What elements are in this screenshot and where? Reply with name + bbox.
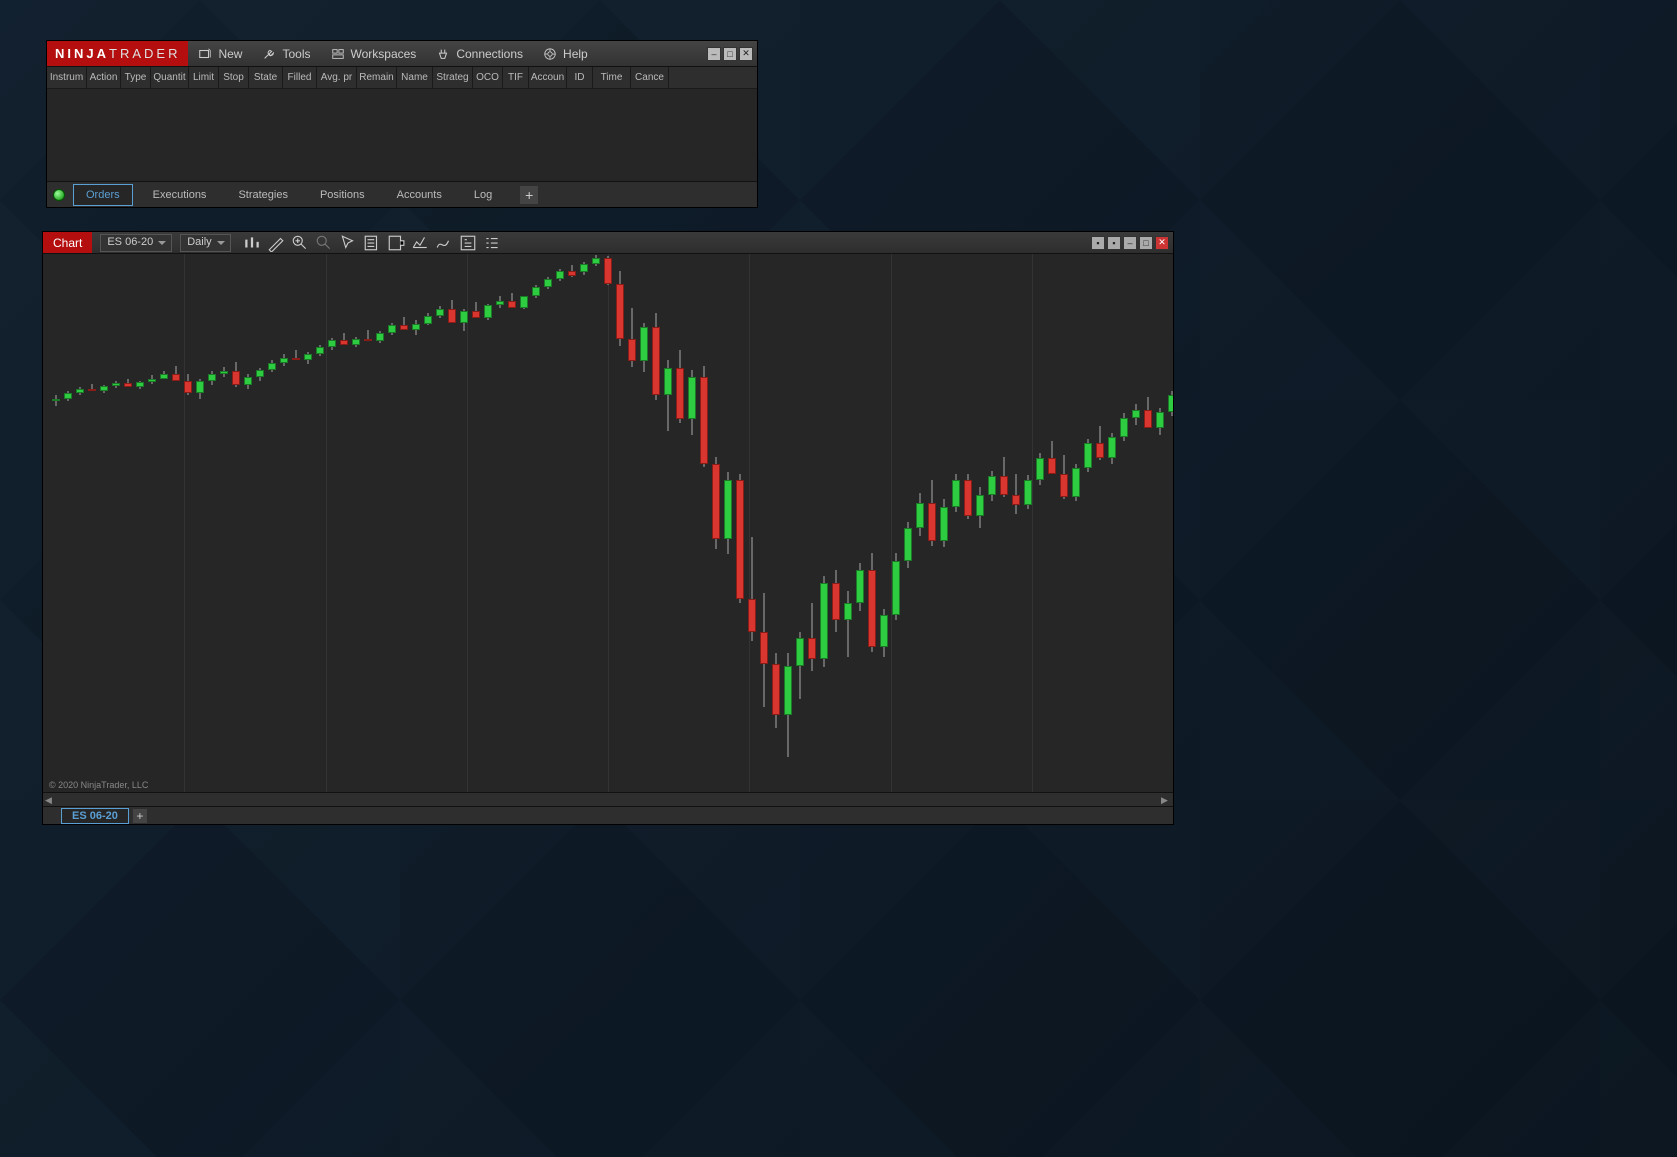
copyright-text: © 2020 NinjaTrader, LLC [49, 780, 148, 790]
scroll-left-icon[interactable]: ◀ [45, 795, 55, 805]
list-icon[interactable] [483, 234, 501, 252]
gridline [467, 254, 468, 792]
instrument-select[interactable]: ES 06-20 [100, 234, 172, 252]
tab-positions[interactable]: Positions [308, 185, 377, 205]
properties-icon[interactable] [459, 234, 477, 252]
menu-tools[interactable]: Tools [252, 41, 320, 66]
tab-executions[interactable]: Executions [141, 185, 219, 205]
col-instrum[interactable]: Instrum [47, 67, 87, 88]
menu-items: New Tools Workspaces Connections Help [188, 41, 597, 66]
tools-icon [262, 47, 276, 61]
data-series-icon[interactable] [363, 234, 381, 252]
bottom-tabs: Orders Executions Strategies Positions A… [47, 181, 757, 207]
chart-window-controls: ▪ ▪ – □ ✕ [1091, 236, 1173, 250]
gridline [1032, 254, 1033, 792]
col-cance[interactable]: Cance [631, 67, 669, 88]
tab-log[interactable]: Log [462, 185, 504, 205]
workspaces-icon [331, 47, 345, 61]
minimize-button[interactable]: – [707, 47, 721, 61]
interval-select-value: Daily [187, 236, 211, 248]
instrument-select-value: ES 06-20 [107, 236, 153, 248]
window-controls: – □ ✕ [707, 47, 757, 61]
app-logo: NINJATRADER [47, 41, 188, 66]
col-quantit[interactable]: Quantit [151, 67, 189, 88]
menu-tools-label: Tools [282, 47, 310, 61]
logo-text-1: NINJA [55, 46, 109, 61]
control-center-window: NINJATRADER New Tools Workspaces Connect… [46, 40, 758, 208]
bars-icon[interactable] [243, 234, 261, 252]
orders-grid-body[interactable] [47, 89, 757, 181]
help-icon [543, 47, 557, 61]
col-filled[interactable]: Filled [283, 67, 317, 88]
chart-window: Chart ES 06-20 Daily ▪ ▪ – □ ✕ © 2020 Ni… [42, 231, 1174, 825]
chart-tab-instrument[interactable]: ES 06-20 [61, 808, 129, 824]
col-action[interactable]: Action [87, 67, 121, 88]
menu-connections[interactable]: Connections [426, 41, 533, 66]
tab-orders[interactable]: Orders [73, 184, 133, 206]
chart-toolbar: Chart ES 06-20 Daily ▪ ▪ – □ ✕ [43, 232, 1173, 254]
chart-tool-strip [243, 234, 501, 252]
strategies-icon[interactable] [435, 234, 453, 252]
menu-new-label: New [218, 47, 242, 61]
col-name[interactable]: Name [397, 67, 433, 88]
col-strateg[interactable]: Strateg [433, 67, 473, 88]
draw-icon[interactable] [267, 234, 285, 252]
gridline [326, 254, 327, 792]
indicators-icon[interactable] [411, 234, 429, 252]
col-tif[interactable]: TIF [503, 67, 529, 88]
connections-icon [436, 47, 450, 61]
chart-tabs: ES 06-20 + [43, 806, 1173, 824]
col-id[interactable]: ID [567, 67, 593, 88]
menu-help[interactable]: Help [533, 41, 598, 66]
col-type[interactable]: Type [121, 67, 151, 88]
menu-help-label: Help [563, 47, 588, 61]
chart-btn-2[interactable]: ▪ [1107, 236, 1121, 250]
scroll-right-icon[interactable]: ▶ [1161, 795, 1171, 805]
chart-trader-icon[interactable] [387, 234, 405, 252]
horizontal-scrollbar[interactable]: ◀ ▶ [43, 792, 1173, 806]
col-state[interactable]: State [249, 67, 283, 88]
connection-status-dot [53, 189, 65, 201]
chart-tab-add-button[interactable]: + [133, 809, 147, 823]
col-avgpr[interactable]: Avg. pr [317, 67, 357, 88]
col-oco[interactable]: OCO [473, 67, 503, 88]
interval-select[interactable]: Daily [180, 234, 230, 252]
new-icon [198, 47, 212, 61]
col-accoun[interactable]: Accoun [529, 67, 567, 88]
chart-maximize-button[interactable]: □ [1139, 236, 1153, 250]
col-remain[interactable]: Remain [357, 67, 397, 88]
cursor-icon[interactable] [339, 234, 357, 252]
menu-workspaces-label: Workspaces [351, 47, 417, 61]
chart-minimize-button[interactable]: – [1123, 236, 1137, 250]
chart-btn-1[interactable]: ▪ [1091, 236, 1105, 250]
gridline [608, 254, 609, 792]
chart-area[interactable]: © 2020 NinjaTrader, LLC [43, 254, 1173, 792]
menu-workspaces[interactable]: Workspaces [321, 41, 427, 66]
gridline [184, 254, 185, 792]
menubar: NINJATRADER New Tools Workspaces Connect… [47, 41, 757, 67]
logo-text-2: TRADER [109, 46, 180, 61]
chart-close-button[interactable]: ✕ [1155, 236, 1169, 250]
menu-connections-label: Connections [456, 47, 523, 61]
tab-strategies[interactable]: Strategies [226, 185, 300, 205]
zoom-in-icon[interactable] [291, 234, 309, 252]
chart-title: Chart [43, 232, 92, 253]
gridline [749, 254, 750, 792]
zoom-out-icon[interactable] [315, 234, 333, 252]
orders-grid-header: InstrumActionTypeQuantitLimitStopStateFi… [47, 67, 757, 89]
tab-accounts[interactable]: Accounts [385, 185, 454, 205]
menu-new[interactable]: New [188, 41, 252, 66]
gridline [891, 254, 892, 792]
col-time[interactable]: Time [593, 67, 631, 88]
maximize-button[interactable]: □ [723, 47, 737, 61]
tab-add-button[interactable]: + [520, 186, 538, 204]
col-stop[interactable]: Stop [219, 67, 249, 88]
col-limit[interactable]: Limit [189, 67, 219, 88]
close-button[interactable]: ✕ [739, 47, 753, 61]
